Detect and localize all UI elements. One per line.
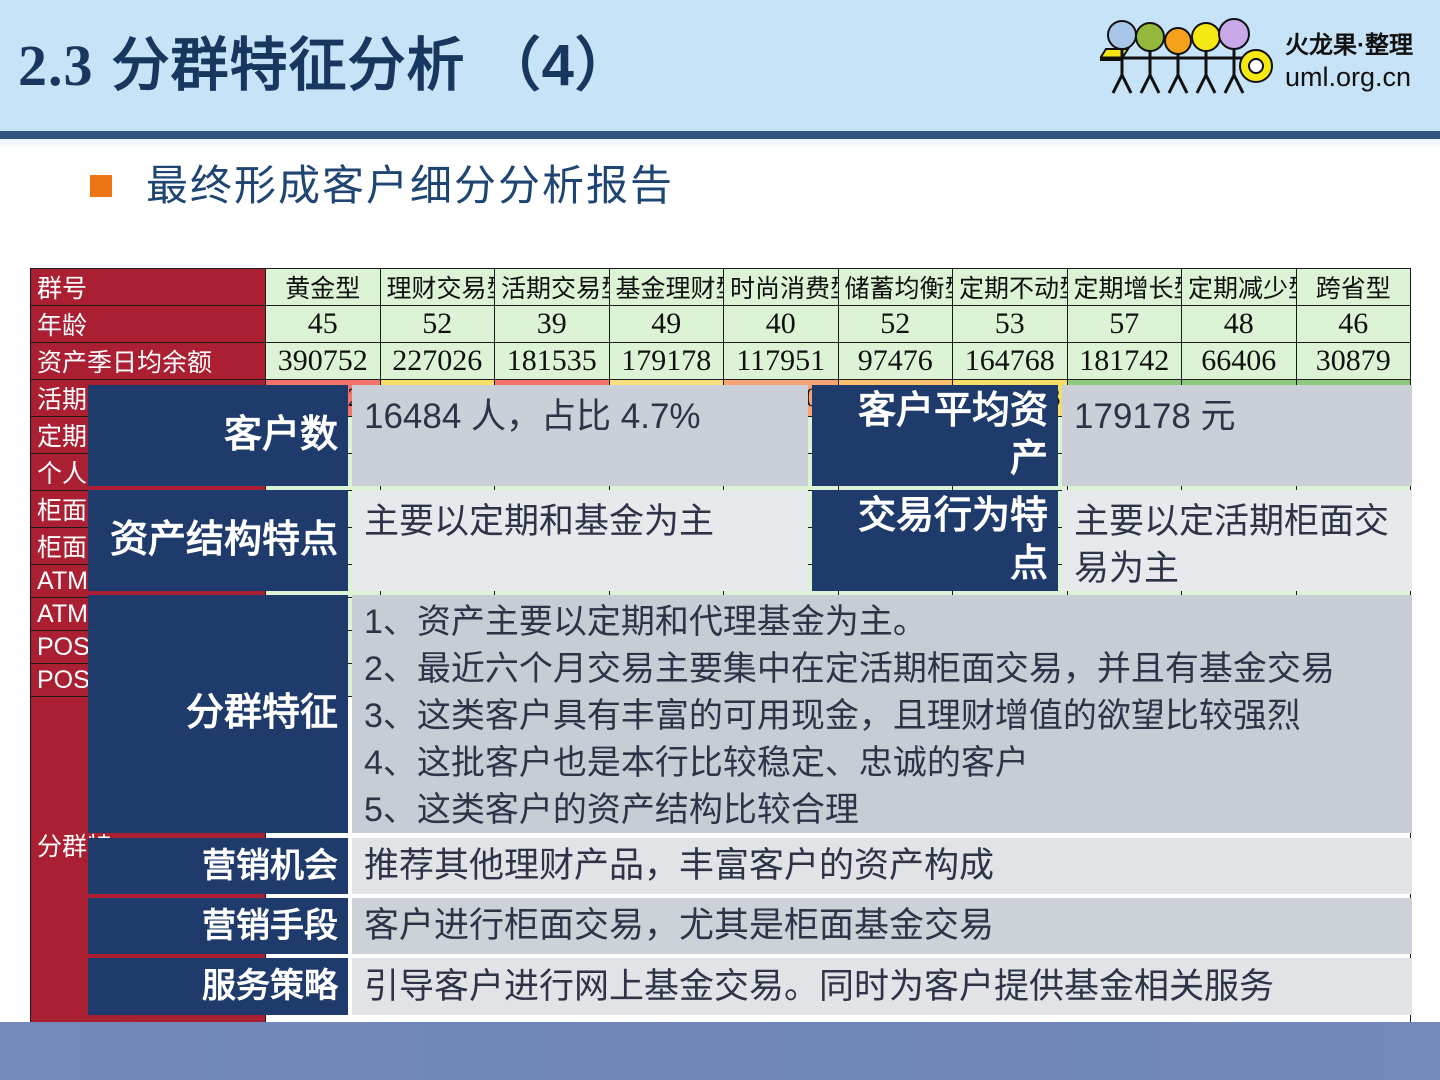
marketing-opportunity-value: 推荐其他理财产品，丰富客户的资产构成 [352,838,1412,894]
table-cell: 39 [494,305,610,343]
table-cell: 57 [1066,305,1182,343]
table-cell: 52 [837,305,953,343]
bullet-row: 最终形成客户细分分析报告 [90,152,674,213]
trade-behavior-label: 交易行为特点 [812,490,1058,591]
logo-text: 火龙果·整理 uml.org.cn [1285,25,1413,93]
service-strategy-value: 引导客户进行网上基金交易。同时为客户提供基金相关服务 [352,958,1412,1015]
feature-line: 1、资产主要以定期和代理基金为主。 [364,603,927,641]
table-cell: 45 [265,305,381,343]
column-header: 定期减少型 [1181,268,1297,306]
column-header: 时尚消费型 [723,268,839,306]
marketing-method-value: 客户进行柜面交易，尤其是柜面基金交易 [352,898,1412,954]
table-cell: 97476 [837,342,953,380]
logo-domain: uml.org.cn [1285,61,1412,92]
avg-asset-label: 客户平均资产 [812,385,1058,486]
table-cell: 49 [608,305,724,343]
column-header: 活期交易型 [494,268,610,306]
column-header: 黄金型 [265,268,381,306]
marketing-opportunity-label: 营销机会 [88,838,348,894]
table-cell: 46 [1295,305,1411,343]
feature-line: 5、这类客户的资产结构比较合理 [364,791,859,829]
page-title: 2.3 分群特征分析 （4） [18,18,634,102]
header-divider [0,131,1440,139]
column-header: 储蓄均衡型 [837,268,953,306]
avg-asset-value: 179178 元 [1062,385,1412,486]
bullet-text: 最终形成客户细分分析报告 [146,162,675,209]
customer-count-label: 客户数 [88,385,348,486]
table-cell: 390752 [265,342,381,380]
table-cell: 66406 [1181,342,1297,380]
column-header: 跨省型 [1295,268,1411,306]
table-cell: 181535 [494,342,610,380]
table-cell: 48 [1181,305,1297,343]
row-label: 资产季日均余额 [30,342,266,380]
segment-feature-list: 1、资产主要以定期和代理基金为主。 2、最近六个月交易主要集中在定活期柜面交易，并… [352,595,1412,833]
feature-line: 2、最近六个月交易主要集中在定活期柜面交易，并且有基金交易 [364,650,1335,688]
asset-structure-label: 资产结构特点 [88,490,348,591]
table-cell: 30879 [1295,342,1411,380]
marketing-method-label: 营销手段 [88,898,348,954]
table-cell: 52 [379,305,495,343]
customer-count-value: 16484 人，占比 4.7% [352,385,808,486]
table-cell: 181742 [1066,342,1182,380]
bullet-icon [90,174,112,197]
asset-structure-value: 主要以定期和基金为主 [352,490,808,591]
column-header: 基金理财型 [608,268,724,306]
table-cell: 40 [723,305,839,343]
segment-feature-label: 分群特征 [88,595,348,833]
uml-logo: 火龙果·整理 uml.org.cn [1100,6,1430,111]
table-cell: 179178 [608,342,724,380]
header-divider-glow [0,139,1440,151]
service-strategy-label: 服务策略 [88,958,348,1015]
column-header: 定期不动型 [952,268,1068,306]
table-cell: 117951 [723,342,839,380]
trade-behavior-value: 主要以定活期柜面交易为主 [1062,490,1412,591]
column-header: 定期增长型 [1066,268,1182,306]
stick-figures-icon [1100,17,1273,94]
table-cell: 164768 [952,342,1068,380]
table-cell: 227026 [379,342,495,380]
page-title-text: 分群特征分析 （4） [111,33,634,98]
feature-line: 4、这批客户也是本行比较稳定、忠诚的客户 [364,744,1029,782]
slide-root: 2.3 分群特征分析 （4） 火龙果·整理 uml.org.cn 最终形成客户细… [0,0,1440,1080]
column-header: 理财交易型 [379,268,495,306]
slide-header: 2.3 分群特征分析 （4） 火龙果·整理 uml.org.cn [0,0,1440,131]
feature-line: 3、这类客户具有丰富的可用现金，且理财增值的欲望比较强烈 [364,697,1301,735]
page-title-number: 2.3 [18,33,94,98]
table-corner-label: 群号 [30,268,266,306]
table-cell: 53 [952,305,1068,343]
row-label: 年龄 [30,305,266,343]
footer-bar [0,1022,1440,1080]
logo-brand: 火龙果·整理 [1285,31,1413,59]
